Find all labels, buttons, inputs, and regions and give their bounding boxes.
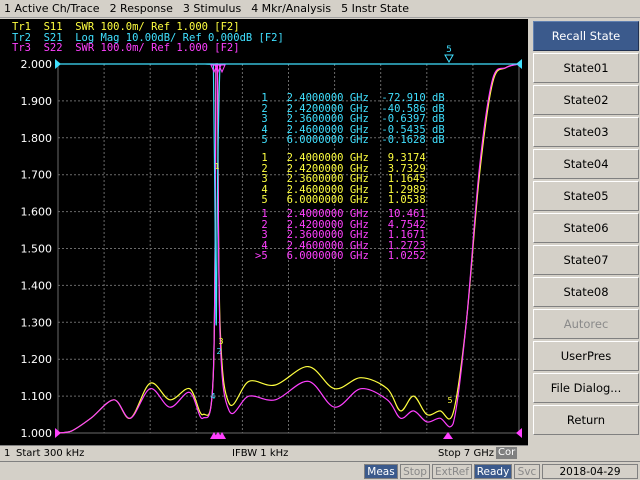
stop-indicator: Stop [400, 464, 430, 479]
trace-marker-label: 5 [447, 396, 452, 405]
extref-indicator: ExtRef [432, 464, 472, 479]
trace-marker-label: 1 [214, 162, 219, 171]
y-tick-label: 1.000 [21, 427, 53, 440]
marker-5-flag [444, 54, 454, 64]
y-tick-label: 1.400 [21, 279, 53, 292]
trace-marker-label: 4 [210, 392, 215, 401]
y-tick-label: 1.200 [21, 353, 53, 366]
marker-row: 3 2.3600000 GHz -0.6397 dB [255, 113, 445, 125]
softkey-return[interactable]: Return [533, 405, 639, 435]
ready-indicator: Ready [474, 464, 512, 479]
menu-bar: 1 Active Ch/Trace 2 Response 3 Stimulus 4 M… [0, 0, 640, 18]
softkey-state01[interactable]: State01 [533, 53, 639, 83]
channel-number: 1 [4, 447, 11, 459]
marker-row: 1 2.4000000 GHz -72.910 dB [255, 92, 445, 104]
marker-row: 3 2.3600000 GHz 1.1671 [255, 229, 426, 241]
meas-indicator: Meas [364, 464, 398, 479]
marker-row: 1 2.4000000 GHz 10.461 [255, 208, 426, 220]
y-tick-label: 1.500 [21, 243, 53, 256]
marker-row: >5 6.0000000 GHz 1.0252 [255, 250, 426, 262]
y-tick-label: 1.100 [21, 390, 53, 403]
correction-badge: Cor [496, 447, 518, 459]
marker-row: 1 2.4000000 GHz 9.3174 [255, 152, 426, 164]
softkey-state05[interactable]: State05 [533, 181, 639, 211]
softkey-state08[interactable]: State08 [533, 277, 639, 307]
menu-item-1[interactable]: 1 Active Ch/Trace [0, 0, 106, 18]
trace-header-3[interactable]: Tr3 S22 SWR 100.0m/ Ref 1.000 [F2] [12, 43, 240, 54]
softkey-state03[interactable]: State03 [533, 117, 639, 147]
chart-area: 2.000 1.900 1.800 1.700 1.600 1.500 1.400 1.300… [0, 19, 528, 445]
softkey-recall-state[interactable]: Recall State [533, 21, 639, 51]
menu-item-3[interactable]: 3 Stimulus [179, 0, 247, 18]
softkey-file-dialog[interactable]: File Dialog... [533, 373, 639, 403]
y-tick-label: 1.600 [21, 206, 53, 219]
softkey-state02[interactable]: State02 [533, 85, 639, 115]
ifbw-value: IFBW 1 kHz [232, 447, 289, 459]
y-tick-label: 1.800 [21, 132, 53, 145]
marker-row: 3 2.3600000 GHz 1.1645 [255, 173, 426, 185]
status-bar: Meas Stop ExtRef Ready Svc 2018-04-29 10… [0, 461, 640, 480]
softkey-userpres[interactable]: UserPres [533, 341, 639, 371]
softkey-state04[interactable]: State04 [533, 149, 639, 179]
marker-5-label: 5 [446, 45, 452, 55]
trace-marker-label: 2 [216, 347, 221, 356]
svc-indicator: Svc [514, 464, 540, 479]
marker-row: 5 6.0000000 GHz 1.0538 [255, 194, 426, 206]
softkey-state06[interactable]: State06 [533, 213, 639, 243]
menu-item-2[interactable]: 2 Response [106, 0, 179, 18]
trace-marker-label: 3 [218, 337, 223, 346]
y-tick-label: 1.300 [21, 316, 53, 329]
softkey-autorec: Autorec [533, 309, 639, 339]
menu-item-5[interactable]: 5 Instr State [337, 0, 415, 18]
y-tick-label: 1.900 [21, 95, 53, 108]
y-tick-label: 1.700 [21, 169, 53, 182]
menu-item-4[interactable]: 4 Mkr/Analysis [247, 0, 337, 18]
datetime-display: 2018-04-29 10:02 [542, 464, 638, 479]
stop-frequency: Stop 7 GHz [438, 447, 494, 459]
softkey-state07[interactable]: State07 [533, 245, 639, 275]
start-frequency: Start 300 kHz [16, 447, 85, 459]
marker-row: 5 6.0000000 GHz -0.1628 dB [255, 134, 445, 146]
y-tick-label: 2.000 [21, 58, 53, 71]
channel-status-strip: 1 Start 300 kHz IFBW 1 kHz Stop 7 GHz Co… [0, 445, 528, 460]
softkey-panel: Recall State State01 State02 State03 State04… [530, 19, 640, 461]
